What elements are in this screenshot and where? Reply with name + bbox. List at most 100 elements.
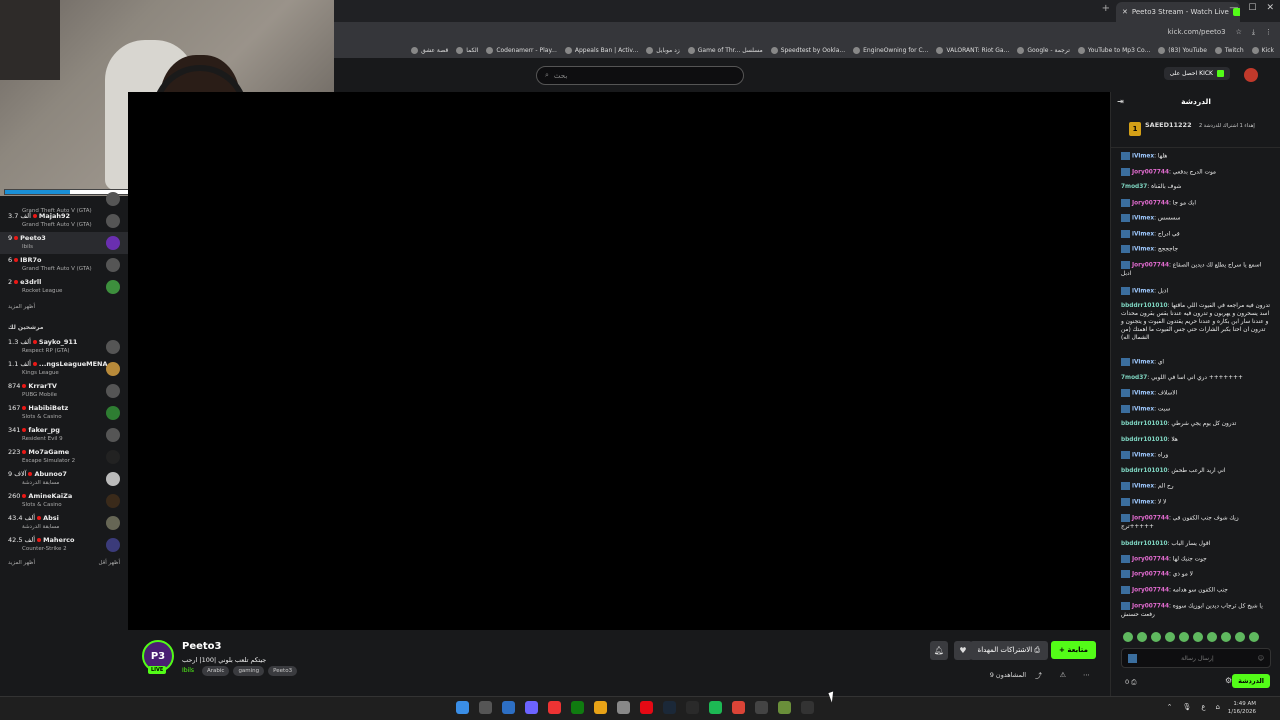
show-more-link[interactable]: أظهر المزيد	[8, 560, 35, 566]
sidebar-channel[interactable]: 260 AmineKaiZa Slots & Casino	[0, 490, 128, 512]
sidebar-channel[interactable]: 9 Peeto3 Ibils	[0, 232, 128, 254]
get-kick-button[interactable]: احصل على KICK	[1163, 67, 1230, 80]
share-icon[interactable]: ⤴	[1035, 671, 1042, 681]
sidebar-channel[interactable]: 341 faker_pg Resident Evil 9	[0, 424, 128, 446]
show-less-link[interactable]: أظهر أقل	[98, 560, 120, 566]
chat-send-button[interactable]: الدردشة	[1232, 674, 1270, 688]
app-icon[interactable]	[755, 701, 768, 714]
youtube-icon[interactable]	[548, 701, 561, 714]
chat-username[interactable]: iVimex	[1132, 216, 1154, 222]
netflix-icon[interactable]	[640, 701, 653, 714]
user-avatar[interactable]	[1244, 68, 1258, 82]
emote-icon[interactable]	[1235, 632, 1245, 642]
language-indicator[interactable]: ع	[1201, 703, 1205, 711]
bookmark[interactable]: Game of Thr... مسلسل	[687, 46, 763, 54]
steam-icon[interactable]	[663, 701, 676, 714]
chat-username[interactable]: 7mod37	[1121, 375, 1147, 381]
taskbar-clock[interactable]: 1:49 AM 1/16/2026	[1228, 700, 1256, 716]
more-icon[interactable]: ⋯	[1083, 671, 1090, 679]
discord-icon[interactable]	[525, 701, 538, 714]
collapse-chat-icon[interactable]: ⇥	[1117, 92, 1124, 112]
minimize-icon[interactable]: —	[1229, 3, 1238, 13]
emote-icon[interactable]	[1249, 632, 1259, 642]
emote-icon[interactable]	[1123, 632, 1133, 642]
bookmark[interactable]: Kick	[1251, 46, 1274, 54]
xbox-icon[interactable]	[571, 701, 584, 714]
chat-username[interactable]: Jory007744	[1132, 516, 1169, 522]
gear-icon[interactable]: ⚙	[1225, 676, 1232, 685]
chat-username[interactable]: iVimex	[1132, 154, 1154, 160]
gift-subs-button[interactable]: الاشتراكات المهداة ⎙	[969, 641, 1048, 660]
chat-username[interactable]: Jory007744	[1132, 263, 1169, 269]
tag[interactable]: Peeto3	[268, 666, 298, 676]
file-explorer-icon[interactable]	[594, 701, 607, 714]
emote-icon[interactable]	[1193, 632, 1203, 642]
chat-username[interactable]: iVimex	[1132, 453, 1154, 459]
chat-username[interactable]: Jory007744	[1132, 170, 1169, 176]
sidebar-channel[interactable]: 2 e3drll Rocket League	[0, 276, 128, 298]
bookmark[interactable]: قصة عشق	[411, 46, 448, 54]
maximize-icon[interactable]: ☐	[1248, 3, 1256, 13]
chat-input[interactable]: إرسال رسالة ☺	[1121, 648, 1271, 668]
emoji-icon[interactable]: ☺	[1258, 655, 1264, 662]
star-icon[interactable]: ☆	[1236, 28, 1242, 36]
sidebar-channel[interactable]: 9 آلاف Abunoo7 مسابقة الدردشة	[0, 468, 128, 490]
url-text[interactable]: kick.com/peeto3	[1168, 28, 1226, 36]
chat-username[interactable]: iVimex	[1132, 407, 1154, 413]
bookmark[interactable]: Twitch	[1214, 46, 1244, 54]
pinned-user[interactable]: SAEED11222	[1145, 121, 1192, 129]
bookmark[interactable]: (83) YouTube	[1158, 46, 1207, 54]
stream-category[interactable]: Ibils	[182, 667, 194, 674]
chat-username[interactable]: bbddrr101010	[1121, 468, 1168, 474]
mic-icon[interactable]: 🎙︎	[1182, 703, 1191, 711]
chat-username[interactable]: iVimex	[1132, 247, 1154, 253]
bookmark[interactable]: YouTube to Mp3 Co...	[1077, 46, 1150, 54]
chevron-up-icon[interactable]: ⌃	[1167, 703, 1173, 711]
report-icon[interactable]: ⚠	[1060, 671, 1066, 679]
app-icon[interactable]	[801, 701, 814, 714]
chat-username[interactable]: iVimex	[1132, 500, 1154, 506]
emote-icon[interactable]	[1207, 632, 1217, 642]
chat-username[interactable]: Jory007744	[1132, 557, 1169, 563]
chat-username[interactable]: Jory007744	[1132, 572, 1169, 578]
search-input[interactable]: ⌕ بحث	[536, 66, 744, 85]
sidebar-channel[interactable]: 3.7 ألف Majah92 Grand Theft Auto V (GTA)	[0, 210, 128, 232]
close-window-icon[interactable]: ✕	[1266, 3, 1274, 13]
emote-icon[interactable]	[1179, 632, 1189, 642]
sidebar-channel[interactable]: 167 HabibiBetz Slots & Casino	[0, 402, 128, 424]
sidebar-channel[interactable]: 874 KrrarTV PUBG Mobile	[0, 380, 128, 402]
bookmark[interactable]: الكما	[456, 46, 478, 54]
task-view-icon[interactable]	[479, 701, 492, 714]
chat-username[interactable]: Jory007744	[1132, 201, 1169, 207]
streamer-name[interactable]: Peeto3	[182, 641, 222, 652]
sidebar-channel[interactable]: 42.5 ألف Maherco Counter-Strike 2	[0, 534, 128, 556]
emote-icon[interactable]	[1165, 632, 1175, 642]
app-icon[interactable]	[686, 701, 699, 714]
bookmark[interactable]: Google - ترجمة	[1017, 46, 1070, 54]
chat-username[interactable]: iVimex	[1132, 232, 1154, 238]
chrome-icon[interactable]	[732, 701, 745, 714]
show-more-link[interactable]: أظهر المزيد	[8, 304, 35, 310]
chat-username[interactable]: bbddrr101010	[1121, 303, 1168, 309]
tag[interactable]: gaming	[233, 666, 265, 676]
app-icon[interactable]	[617, 701, 630, 714]
chat-username[interactable]: Jory007744	[1132, 588, 1169, 594]
browser-tab[interactable]: ✕ Peeto3 Stream - Watch Live	[1116, 2, 1240, 22]
network-icon[interactable]: ⌂	[1216, 703, 1220, 711]
chat-username[interactable]: Jory007744	[1132, 604, 1169, 610]
windows-start-icon[interactable]	[456, 701, 469, 714]
download-icon[interactable]: ⤓	[1252, 28, 1255, 37]
chat-username[interactable]: bbddrr101010	[1121, 541, 1168, 547]
chat-username[interactable]: iVimex	[1132, 360, 1154, 366]
follow-button[interactable]: + متابعة	[1051, 641, 1096, 659]
emote-icon[interactable]	[1137, 632, 1147, 642]
video-player[interactable]	[128, 92, 1110, 630]
bookmark[interactable]: VALORANT: Riot Ga...	[936, 46, 1009, 54]
sidebar-channel[interactable]: 1.3 ألف Sayko_911 Respect RP (GTA)	[0, 336, 128, 358]
bell-icon[interactable]: 🔔︎	[930, 641, 948, 660]
chat-username[interactable]: iVimex	[1132, 484, 1154, 490]
bookmark[interactable]: زد موبايل	[646, 46, 680, 54]
sidebar-channel[interactable]: 1.1 ألف ...ngsLeagueMENA Kings League	[0, 358, 128, 380]
emote-icon[interactable]	[1151, 632, 1161, 642]
spotify-icon[interactable]	[709, 701, 722, 714]
